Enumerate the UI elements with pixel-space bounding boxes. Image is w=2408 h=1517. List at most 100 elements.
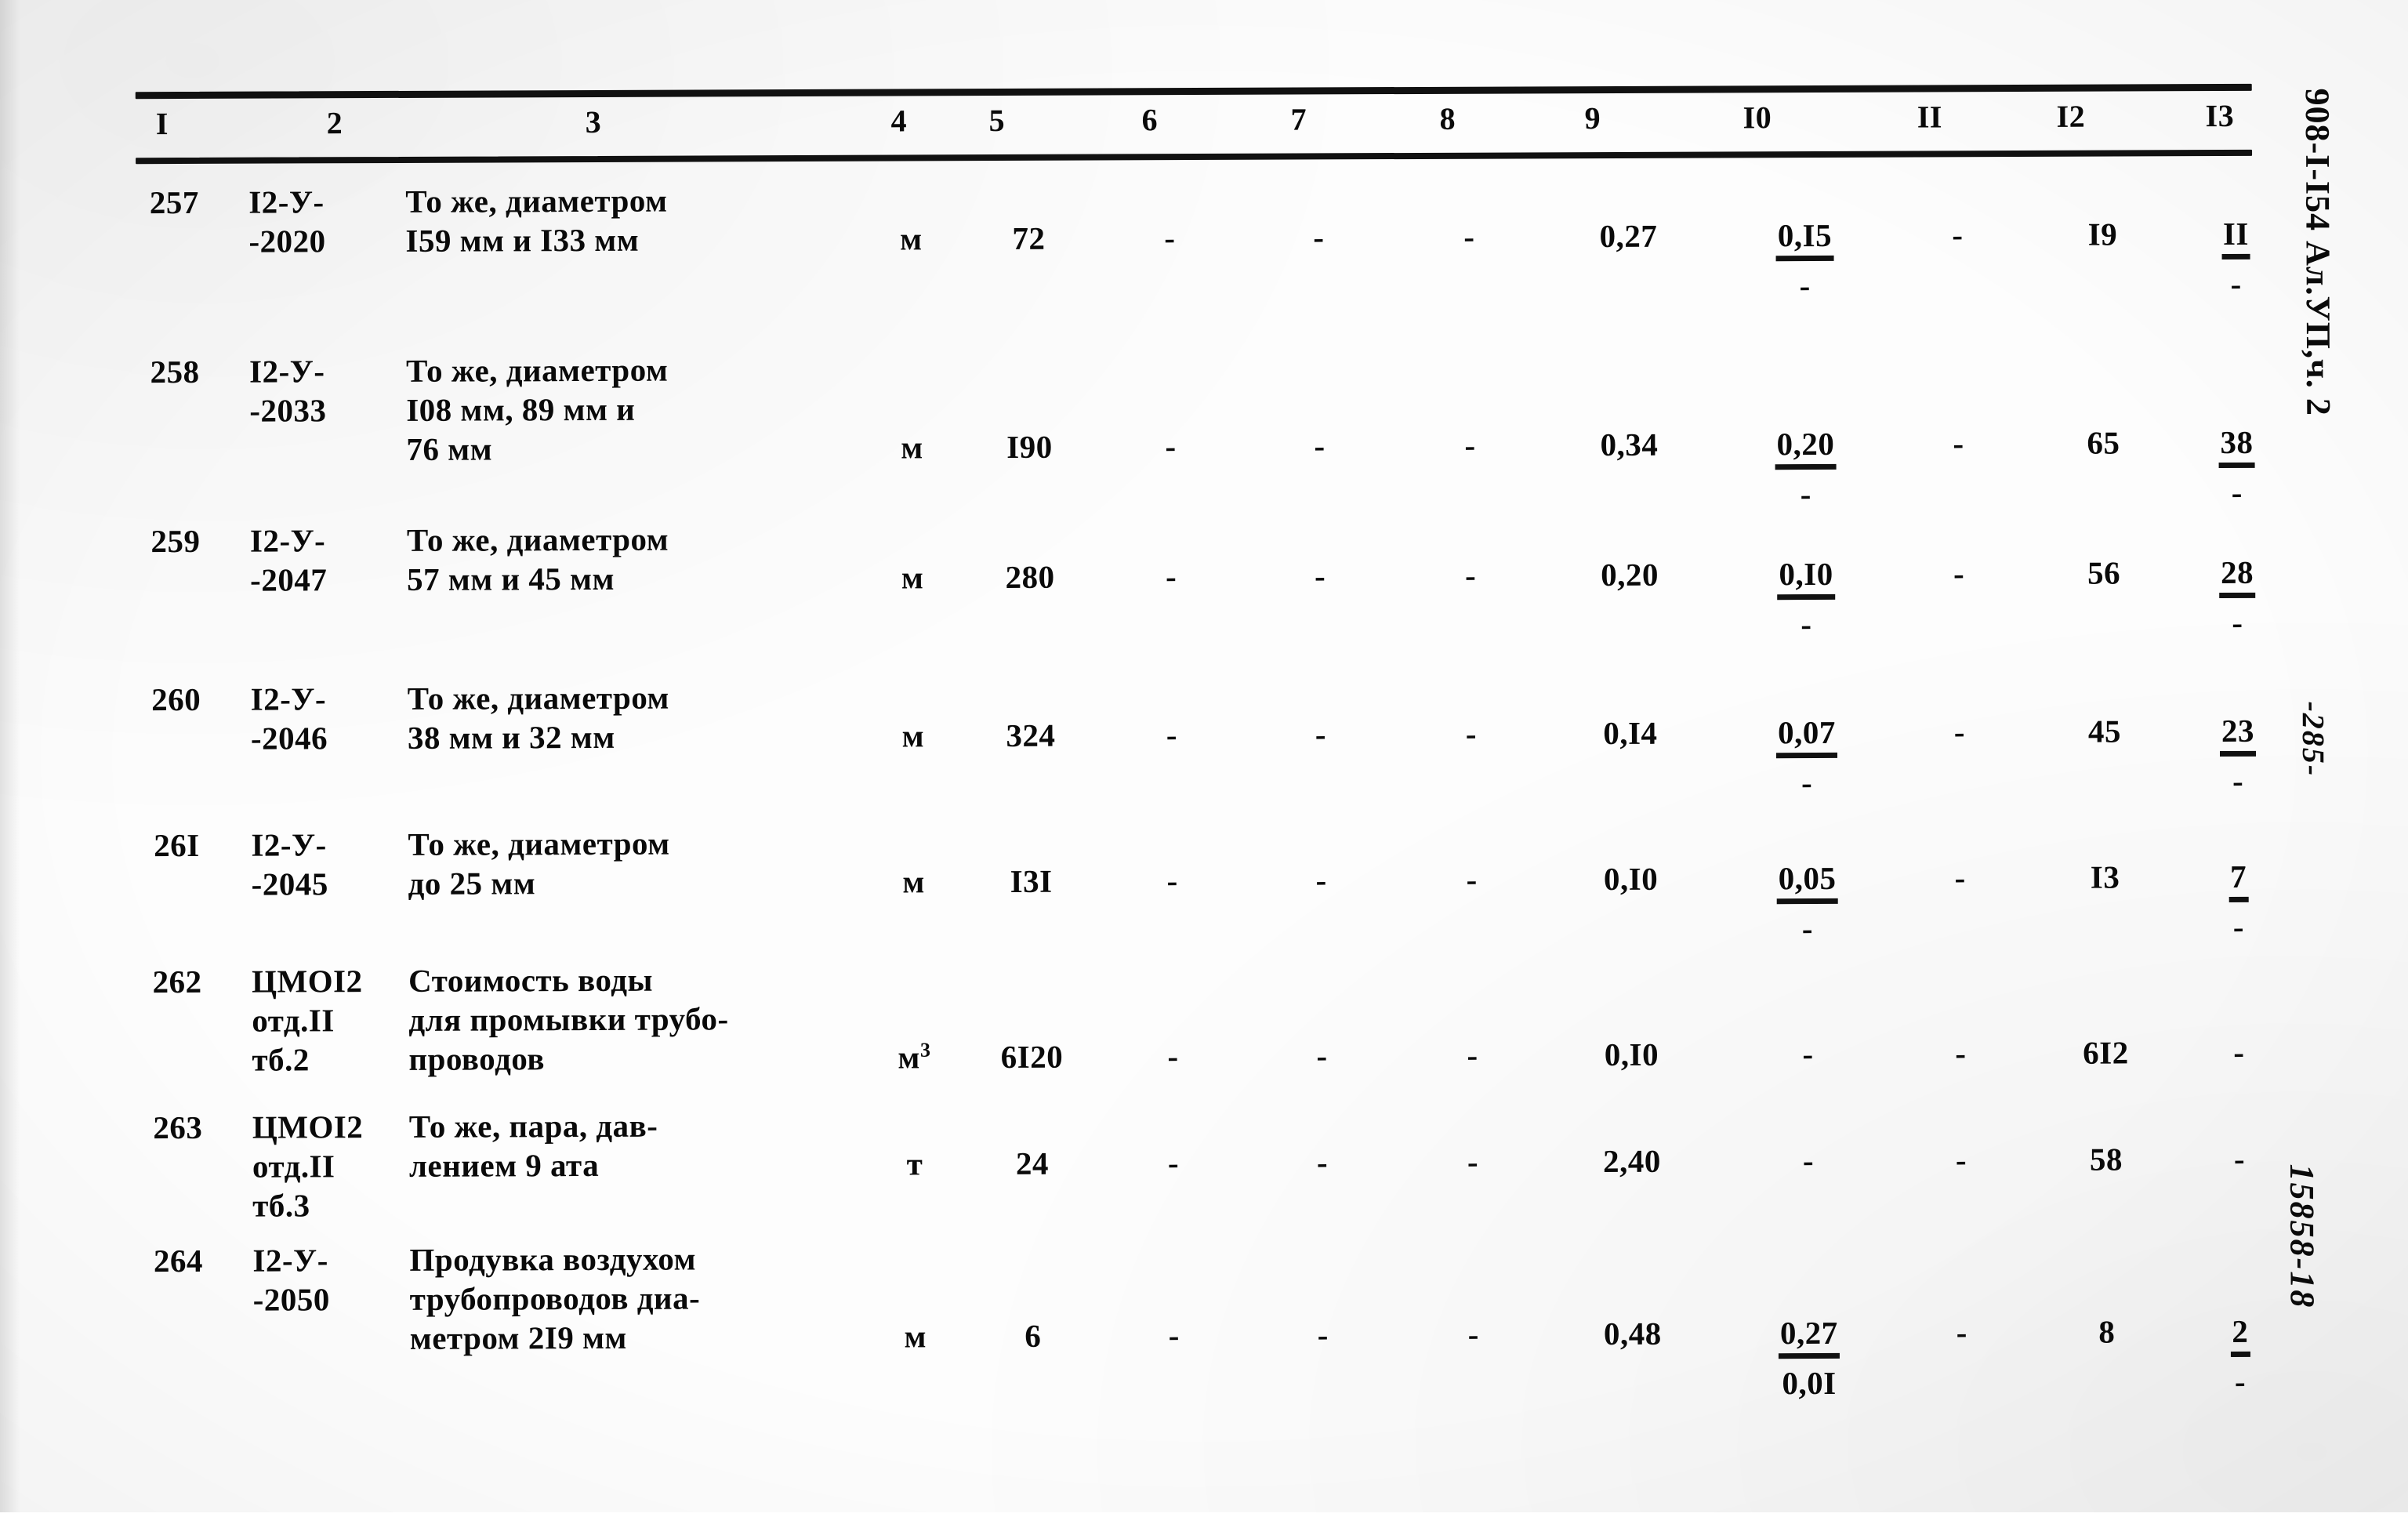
cell-col6: - bbox=[1167, 1038, 1179, 1075]
cell-col11: - bbox=[1953, 425, 1964, 462]
cell-col7: - bbox=[1316, 1144, 1329, 1181]
cell-col6: - bbox=[1164, 220, 1176, 256]
cell-col7: - bbox=[1317, 1316, 1329, 1353]
cell-unit: м bbox=[900, 220, 923, 257]
col-header-9: 9 bbox=[1584, 100, 1601, 136]
cell-item-number: 259 bbox=[150, 522, 201, 560]
cell-col8: - bbox=[1467, 1316, 1479, 1352]
cell-description: То же, диаметром I08 мм, 89 мм и 76 мм bbox=[406, 351, 669, 467]
cell-item-number: 257 bbox=[149, 183, 199, 221]
cell-col8: - bbox=[1466, 861, 1478, 898]
cell-unit-cost: 0,I4 bbox=[1603, 714, 1658, 752]
margin-document-code: 908-I-I54 Ал.УП,ч. 2 bbox=[2297, 88, 2338, 416]
cell-col8: - bbox=[1464, 426, 1476, 463]
cell-col8: - bbox=[1464, 557, 1477, 593]
table-body: 257 I2-У- -2020 То же, диаметром I59 мм и I3… bbox=[0, 0, 2405, 1401]
cell-item-number: 258 bbox=[150, 353, 200, 390]
cell-unit: т bbox=[906, 1145, 923, 1182]
cell-unit: м bbox=[901, 429, 923, 466]
cell-quantity: 6I20 bbox=[1000, 1038, 1064, 1075]
cell-description: То же, диаметром до 25 мм bbox=[408, 825, 670, 902]
cell-col13-fraction: 2- bbox=[2189, 1311, 2291, 1401]
page-content-sheet: I 2 3 4 5 6 7 8 9 I0 II I2 I3 257 I2-У- -2… bbox=[0, 0, 2408, 1517]
table-row: 263 ЦМОI2 отд.II тб.3 То же, пара, дав-ление… bbox=[2, 1099, 2408, 1224]
cell-col11: - bbox=[1956, 1314, 1967, 1351]
col-header-12: I2 bbox=[2056, 98, 2086, 134]
cell-col11: - bbox=[1955, 1035, 1967, 1072]
cell-col7: - bbox=[1314, 427, 1325, 464]
cell-col8: - bbox=[1463, 218, 1475, 255]
cell-description: То же, диаметром I59 мм и I33 мм bbox=[405, 182, 668, 259]
table-row: 257 I2-У- -2020 То же, диаметром I59 мм и I3… bbox=[0, 174, 2406, 303]
cell-unit-cost: 0,20 bbox=[1601, 556, 1659, 593]
cell-item-number: 262 bbox=[152, 963, 202, 1000]
cell-col11: - bbox=[1953, 713, 1966, 750]
col-header-4: 4 bbox=[890, 103, 908, 139]
col-header-5: 5 bbox=[988, 102, 1006, 139]
cell-quantity: I90 bbox=[1006, 428, 1053, 465]
table-row: 259 I2-У- -2047 То же, диаметром 57 мм и 45 … bbox=[0, 513, 2407, 642]
table-row: 258 I2-У- -2033 То же, диаметром I08 мм, 89 … bbox=[0, 343, 2406, 512]
margin-archive-stamp: 15858-18 bbox=[2283, 1163, 2322, 1309]
col-header-6: 6 bbox=[1141, 102, 1159, 138]
cell-col7: - bbox=[1316, 1037, 1328, 1074]
col-header-8: 8 bbox=[1439, 100, 1456, 136]
scanned-page: I 2 3 4 5 6 7 8 9 I0 II I2 I3 257 I2-У- -2… bbox=[0, 0, 2408, 1512]
cell-description: Продувка воздухом трубопроводов диа-метро… bbox=[409, 1240, 701, 1356]
cell-col6: - bbox=[1167, 1145, 1180, 1181]
cell-unit: м bbox=[901, 559, 924, 596]
table-row: 262 ЦМОI2 отд.II тб.2 Стоимость воды для пром… bbox=[1, 953, 2408, 1078]
cell-item-number: 260 bbox=[151, 680, 201, 718]
cell-description: То же, диаметром 38 мм и 32 мм bbox=[407, 679, 670, 756]
cell-total: 65 bbox=[2087, 424, 2120, 461]
table-header-under-rule bbox=[136, 149, 2253, 165]
cell-quantity: 6 bbox=[1024, 1317, 1042, 1354]
cell-col6: - bbox=[1168, 1317, 1180, 1354]
col-header-3: 3 bbox=[585, 103, 602, 140]
cell-col7: - bbox=[1313, 219, 1325, 256]
cell-col6: - bbox=[1165, 428, 1177, 465]
cell-unit: м3 bbox=[898, 1038, 931, 1076]
cell-total: 56 bbox=[2087, 554, 2121, 591]
cell-col13-fraction: - bbox=[2233, 1033, 2245, 1070]
cell-col6: - bbox=[1166, 717, 1178, 753]
cell-unit: м bbox=[904, 1318, 927, 1355]
cell-col8: - bbox=[1467, 1036, 1478, 1073]
cell-col10-fraction: - bbox=[1802, 1142, 1815, 1179]
cell-col11: - bbox=[1953, 555, 1965, 592]
cell-unit-cost: 0,I0 bbox=[1604, 1036, 1659, 1073]
cell-col10-fraction: 0,I5- bbox=[1726, 215, 1883, 306]
cell-quantity: 324 bbox=[1006, 717, 1056, 753]
cell-item-number: 26I bbox=[154, 826, 200, 864]
cell-col8: - bbox=[1465, 715, 1478, 752]
cell-col13-fraction: II - bbox=[2185, 213, 2287, 303]
cell-col6: - bbox=[1165, 558, 1177, 595]
cell-col10-fraction: 0,27 0,0I bbox=[1731, 1312, 1888, 1403]
col-header-1: I bbox=[155, 106, 169, 142]
cell-col11: - bbox=[1954, 859, 1966, 896]
cell-quantity: I3I bbox=[1010, 862, 1053, 899]
cell-col13-fraction: 38- bbox=[2185, 422, 2287, 512]
cell-col11: - bbox=[1952, 216, 1964, 253]
col-header-7: 7 bbox=[1290, 101, 1307, 137]
cell-col13-fraction: 7- bbox=[2188, 856, 2290, 946]
cell-col11: - bbox=[1955, 1141, 1967, 1178]
col-header-2: 2 bbox=[326, 105, 343, 141]
cell-col6: - bbox=[1166, 862, 1178, 899]
cell-quantity: 72 bbox=[1012, 220, 1046, 256]
cell-col8: - bbox=[1467, 1143, 1479, 1180]
cell-col10-fraction: - bbox=[1802, 1036, 1814, 1072]
cell-quantity: 280 bbox=[1005, 558, 1055, 595]
cell-item-number: 264 bbox=[153, 1242, 204, 1279]
cell-total: 58 bbox=[2089, 1141, 2123, 1178]
cell-unit-cost: 2,40 bbox=[1603, 1142, 1661, 1180]
cell-total: 45 bbox=[2087, 713, 2121, 749]
cell-unit: м bbox=[902, 863, 925, 900]
cell-unit-cost: 0,27 bbox=[1599, 217, 1658, 255]
table-row: 260 I2-У- -2046 То же, диаметром 38 мм и 32 … bbox=[0, 671, 2408, 800]
cell-unit-cost: 0,48 bbox=[1603, 1315, 1662, 1352]
col-header-10: I0 bbox=[1743, 100, 1772, 136]
cell-col7: - bbox=[1315, 862, 1327, 898]
cell-col7: - bbox=[1314, 557, 1326, 594]
table-row: 26I I2-У- -2045 То же, диаметром до 25 мм м I3… bbox=[0, 817, 2408, 946]
